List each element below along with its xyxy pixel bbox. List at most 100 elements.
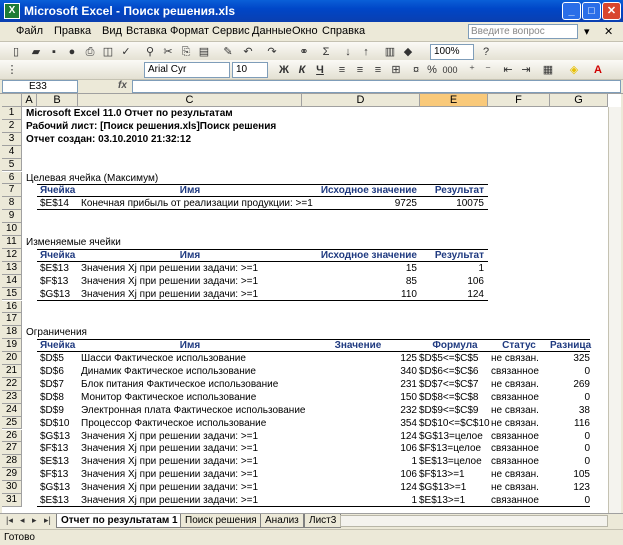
table-cell[interactable]: $D$5<=$C$5 — [419, 353, 491, 365]
tab-analysis[interactable]: Анализ — [260, 514, 304, 528]
table-cell[interactable]: $D$6 — [40, 366, 78, 378]
menu-tools[interactable]: Сервис — [212, 25, 250, 37]
print-icon[interactable]: ⎙ — [82, 44, 98, 60]
menu-format[interactable]: Формат — [170, 25, 209, 37]
row-header[interactable]: 16 — [2, 300, 22, 314]
tab-solver[interactable]: Поиск решения — [180, 514, 262, 528]
table-cell[interactable]: $G$13 — [40, 431, 78, 443]
table-cell[interactable]: Значения Xj при решении задачи: >=1 — [81, 482, 303, 494]
row-header[interactable]: 2 — [2, 119, 22, 133]
column-header[interactable]: A — [22, 94, 37, 107]
align-right-icon[interactable]: ≡ — [370, 62, 386, 78]
excel-app-icon[interactable]: X — [4, 3, 20, 19]
research-icon[interactable]: ⚲ — [142, 44, 158, 60]
row-header[interactable]: 9 — [2, 210, 22, 224]
name-box[interactable]: E33 — [2, 80, 78, 93]
report-title[interactable]: Microsoft Excel 11.0 Отчет по результата… — [26, 108, 326, 120]
row-header[interactable]: 30 — [2, 481, 22, 494]
table-cell[interactable]: 38 — [550, 405, 590, 417]
section-title[interactable]: Целевая ячейка (Максимум) — [26, 173, 276, 185]
column-header[interactable]: C — [78, 94, 302, 107]
row-header[interactable]: 11 — [2, 236, 22, 249]
row-header[interactable]: 6 — [2, 171, 22, 185]
row-header[interactable]: 1 — [2, 107, 22, 120]
table-cell[interactable]: $D$10<=$C$10 — [419, 418, 491, 430]
column-header[interactable]: F — [488, 94, 550, 107]
last-sheet-icon[interactable]: ▸| — [44, 515, 51, 526]
table-cell[interactable]: $D$7 — [40, 379, 78, 391]
column-header[interactable]: B — [37, 94, 78, 107]
comma-style-icon[interactable]: 000 — [442, 62, 458, 78]
zoom-select[interactable]: 100% — [430, 44, 474, 60]
table-cell[interactable]: Монитор Фактическое использование — [81, 392, 303, 404]
permission-icon[interactable]: ● — [64, 44, 80, 60]
table-cell[interactable]: Процессор Фактическое использование — [81, 418, 303, 430]
format-painter-icon[interactable]: ✎ — [220, 44, 236, 60]
chart-wizard-icon[interactable]: ▥ — [382, 44, 398, 60]
currency-icon[interactable]: ¤ — [408, 62, 424, 78]
table-cell[interactable]: $D$9<=$C$9 — [419, 405, 491, 417]
row-header[interactable]: 28 — [2, 455, 22, 469]
align-center-icon[interactable]: ≡ — [352, 62, 368, 78]
table-cell[interactable]: Значения Xj при решении задачи: >=1 — [81, 469, 303, 481]
table-cell[interactable]: Значения Xj при решении задачи: >=1 — [81, 456, 303, 468]
table-cell[interactable]: 150 — [302, 392, 417, 404]
table-cell[interactable]: 85 — [302, 276, 417, 288]
table-cell[interactable]: $E$13 — [40, 263, 78, 275]
save-icon[interactable]: ▪ — [46, 44, 62, 60]
table-cell[interactable]: $F$13 — [40, 443, 78, 455]
row-header[interactable]: 13 — [2, 261, 22, 275]
row-header[interactable]: 3 — [2, 132, 22, 146]
hyperlink-icon[interactable]: ⚭ — [296, 44, 312, 60]
increase-decimal-icon[interactable]: ⁺ — [464, 62, 480, 78]
table-cell[interactable]: $G$13>=1 — [419, 482, 491, 494]
table-cell[interactable]: не связан. — [491, 379, 551, 391]
spreadsheet-grid[interactable]: A B C D E F G 1 2 3 4 5 6 7 8 9 10 11 12 13 14 15 16 17 18 19 20 21… — [2, 94, 621, 513]
row-header[interactable]: 20 — [2, 352, 22, 365]
next-sheet-icon[interactable]: ▸ — [32, 515, 37, 526]
font-size-select[interactable]: 10 — [232, 62, 268, 78]
decrease-indent-icon[interactable]: ⇤ — [500, 62, 516, 78]
menu-help[interactable]: Справка — [322, 25, 365, 37]
table-cell[interactable]: 231 — [302, 379, 417, 391]
open-icon[interactable]: ▰ — [28, 44, 44, 60]
row-header[interactable]: 27 — [2, 442, 22, 456]
table-cell[interactable]: 0 — [550, 392, 590, 404]
align-left-icon[interactable]: ≡ — [334, 62, 350, 78]
italic-icon[interactable]: К — [294, 62, 310, 78]
row-header[interactable]: 7 — [2, 184, 22, 198]
close-button[interactable]: ✕ — [602, 2, 621, 20]
print-preview-icon[interactable]: ◫ — [100, 44, 116, 60]
table-cell[interactable]: не связан. — [491, 482, 551, 494]
underline-icon[interactable]: Ч — [312, 62, 328, 78]
decrease-decimal-icon[interactable]: ⁻ — [480, 62, 496, 78]
drawing-icon[interactable]: ◆ — [400, 44, 416, 60]
table-cell[interactable]: 0 — [550, 431, 590, 443]
table-cell[interactable]: 124 — [302, 482, 417, 494]
table-cell[interactable]: Динамик Фактическое использование — [81, 366, 303, 378]
bold-icon[interactable]: Ж — [276, 62, 292, 78]
sort-desc-icon[interactable]: ↑ — [358, 44, 374, 60]
menu-insert[interactable]: Вставка — [126, 25, 167, 37]
table-cell[interactable]: связанное — [491, 431, 551, 443]
report-sheet[interactable]: Рабочий лист: [Поиск решения.xls]Поиск р… — [26, 121, 326, 133]
fx-icon[interactable]: fx — [118, 80, 127, 91]
table-cell[interactable]: не связан. — [491, 353, 551, 365]
prev-sheet-icon[interactable]: ◂ — [20, 515, 25, 526]
percent-icon[interactable]: % — [424, 62, 440, 78]
column-header[interactable]: E — [420, 94, 488, 107]
row-header[interactable]: 12 — [2, 248, 22, 262]
table-cell[interactable]: Значения Xj при решении задачи: >=1 — [81, 263, 303, 275]
first-sheet-icon[interactable]: |◂ — [6, 515, 13, 526]
row-header[interactable]: 18 — [2, 326, 22, 340]
horizontal-scrollbar[interactable] — [340, 515, 608, 527]
section-title[interactable]: Изменяемые ячейки — [26, 237, 276, 249]
formula-input[interactable] — [132, 80, 621, 93]
maximize-button[interactable]: □ — [582, 2, 601, 20]
table-cell[interactable]: связанное — [491, 443, 551, 455]
table-cell[interactable]: 325 — [550, 353, 590, 365]
table-cell[interactable]: не связан. — [491, 405, 551, 417]
row-header[interactable]: 4 — [2, 145, 22, 159]
row-header[interactable]: 19 — [2, 339, 22, 353]
help-icon[interactable]: ? — [478, 44, 494, 60]
